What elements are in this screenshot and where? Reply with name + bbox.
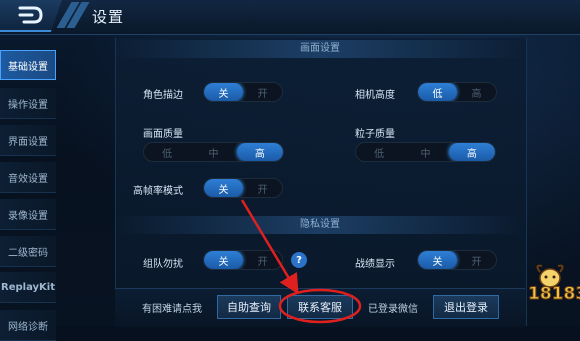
particle-selector[interactable]: 低 中 高 bbox=[355, 142, 496, 162]
camera-height-option-low[interactable]: 低 bbox=[418, 83, 457, 101]
page-title: 设置 bbox=[92, 8, 125, 26]
particle-label: 粒子质量 bbox=[355, 129, 395, 140]
back-button[interactable] bbox=[0, 0, 62, 32]
wechat-status-text: 已登录微信 bbox=[368, 304, 418, 315]
particle-option-mid[interactable]: 中 bbox=[402, 143, 448, 161]
back-arrow-icon bbox=[18, 6, 43, 24]
help-icon[interactable]: ? bbox=[291, 252, 307, 268]
sidebar-item-controls[interactable]: 操作设置 bbox=[0, 88, 56, 119]
header-bar: 设置 bbox=[0, 0, 580, 35]
particle-option-low[interactable]: 低 bbox=[356, 143, 402, 161]
self-service-button[interactable]: 自助查询 bbox=[217, 295, 281, 319]
camera-height-toggle[interactable]: 低 高 bbox=[417, 82, 497, 102]
team-dnd-option-off[interactable]: 关 bbox=[204, 251, 243, 269]
quality-selector[interactable]: 低 中 高 bbox=[143, 142, 284, 162]
record-display-option-on[interactable]: 开 bbox=[457, 251, 496, 269]
record-display-toggle[interactable]: 关 开 bbox=[417, 250, 497, 270]
sidebar-item-replay[interactable]: 录像设置 bbox=[0, 199, 56, 230]
contact-service-button[interactable]: 联系客服 bbox=[287, 295, 353, 319]
outline-toggle[interactable]: 关 开 bbox=[203, 82, 283, 102]
watermark-text: 18183 bbox=[527, 284, 580, 305]
hfr-toggle[interactable]: 关 开 bbox=[203, 178, 283, 198]
sidebar-item-replaykit[interactable]: ReplayKit bbox=[0, 272, 56, 303]
sidebar-item-basic[interactable]: 基础设置 bbox=[0, 50, 56, 80]
camera-height-option-high[interactable]: 高 bbox=[457, 83, 496, 101]
quality-option-low[interactable]: 低 bbox=[144, 143, 190, 161]
quality-option-high[interactable]: 高 bbox=[236, 143, 283, 161]
logout-button[interactable]: 退出登录 bbox=[433, 295, 499, 319]
particle-option-high[interactable]: 高 bbox=[448, 143, 495, 161]
section-title-display: 画面设置 bbox=[115, 40, 525, 58]
hfr-label: 高帧率模式 bbox=[133, 186, 183, 197]
help-prompt-text: 有困难请点我 bbox=[142, 304, 202, 315]
camera-height-label: 相机高度 bbox=[355, 90, 395, 101]
record-display-label: 战绩显示 bbox=[355, 259, 395, 270]
hfr-option-off[interactable]: 关 bbox=[204, 179, 243, 197]
quality-option-mid[interactable]: 中 bbox=[190, 143, 236, 161]
team-dnd-option-on[interactable]: 开 bbox=[243, 251, 282, 269]
sidebar-item-password[interactable]: 二级密码 bbox=[0, 236, 56, 267]
hfr-option-on[interactable]: 开 bbox=[243, 179, 282, 197]
sidebar-item-interface[interactable]: 界面设置 bbox=[0, 125, 56, 156]
outline-label: 角色描边 bbox=[143, 90, 183, 101]
sidebar-item-sound[interactable]: 音效设置 bbox=[0, 162, 56, 193]
outline-option-on[interactable]: 开 bbox=[243, 83, 282, 101]
team-dnd-label: 组队勿扰 bbox=[143, 259, 183, 270]
quality-label: 画面质量 bbox=[143, 129, 183, 140]
section-title-privacy: 隐私设置 bbox=[115, 216, 525, 234]
outline-option-off[interactable]: 关 bbox=[204, 83, 243, 101]
team-dnd-toggle[interactable]: 关 开 bbox=[203, 250, 283, 270]
record-display-option-off[interactable]: 关 bbox=[418, 251, 457, 269]
